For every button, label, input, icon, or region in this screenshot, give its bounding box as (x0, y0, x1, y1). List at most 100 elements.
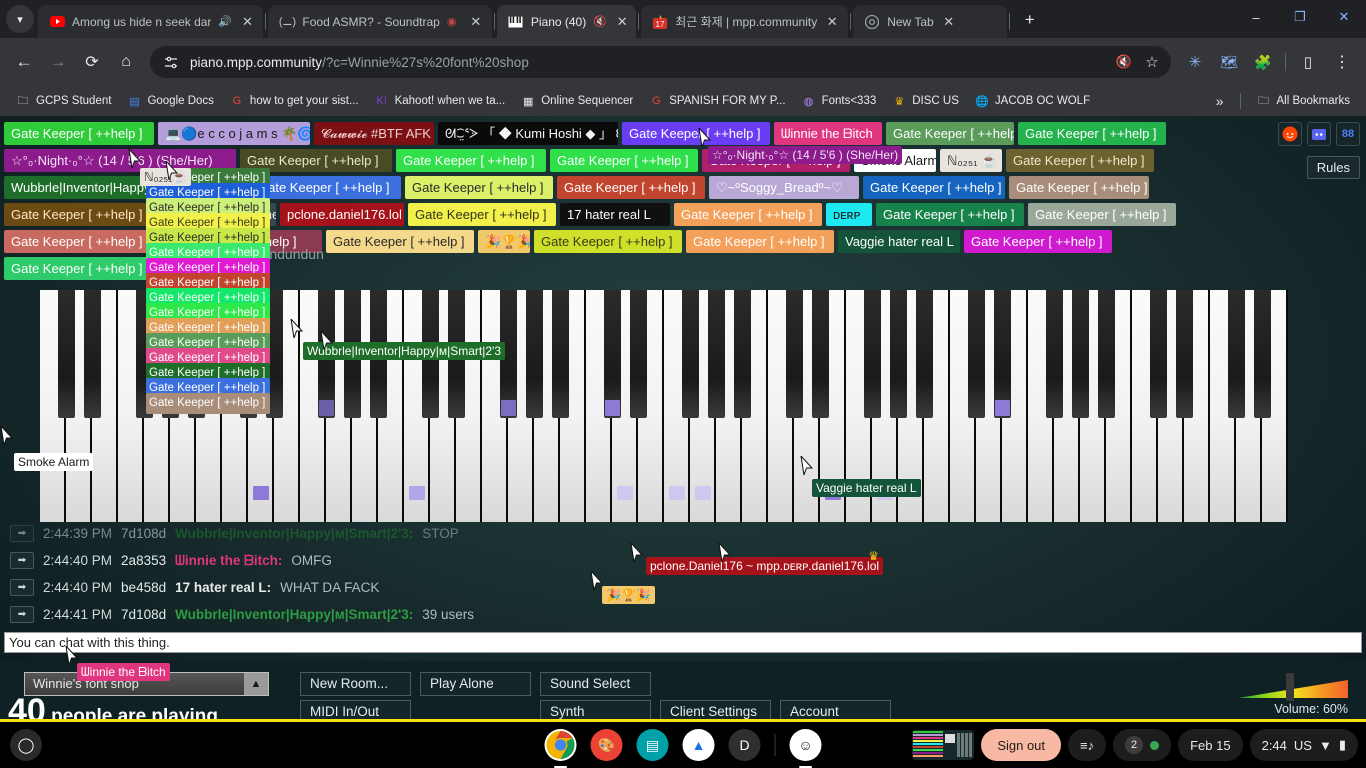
piano-black-key[interactable] (552, 290, 569, 418)
piano-black-key[interactable] (812, 290, 829, 418)
back-button[interactable]: ← (8, 46, 40, 78)
piano-black-key[interactable] (526, 290, 543, 418)
piano-black-key[interactable] (708, 290, 725, 418)
nametag[interactable]: 𝓒𝓪𝔀𝔀𝓲𝓮 #BTF AFK (314, 122, 434, 145)
tab-recording-icon[interactable]: ◉ (447, 15, 461, 28)
piano-black-key[interactable] (682, 290, 699, 418)
chat-reply-icon[interactable]: ➡ (10, 579, 34, 596)
rules-button[interactable]: Rules (1306, 156, 1360, 179)
nametag[interactable]: Gate Keeper [ ++help ] (4, 230, 154, 253)
piano-black-key[interactable] (604, 290, 621, 418)
piano-black-key[interactable] (968, 290, 985, 418)
piano-black-key[interactable] (1176, 290, 1193, 418)
reddit-icon[interactable] (1278, 122, 1302, 146)
browser-tab-1[interactable]: (⚊) Food ASMR? - Soundtrap ◉ ✕ (268, 5, 492, 38)
bookmark-jacob-oc-wolf[interactable]: 🌐 JACOB OC WOLF (969, 91, 1096, 111)
nametag[interactable]: Gate Keeper [ ++help ] (686, 230, 834, 253)
tab-close-icon[interactable]: ✕ (468, 14, 484, 30)
tab-close-icon[interactable]: ✕ (941, 14, 957, 30)
nametag[interactable]: 🎉🏆🎉 (478, 230, 530, 253)
all-bookmarks-button[interactable]: 🗀 All Bookmarks (1251, 91, 1357, 111)
bookmark-fonts[interactable]: ◍ Fonts<333 (796, 91, 883, 111)
forward-button[interactable]: → (42, 46, 74, 78)
nametag[interactable]: Gate Keeper [ ++help ] (4, 257, 154, 280)
nametag[interactable]: 17 hater real L (560, 203, 670, 226)
nametag[interactable]: Gate Keeper [ ++help ] (557, 176, 705, 199)
float-daniel176[interactable]: pclone.Daniel176 ~ mpp.ᴅᴇʀᴘ.daniel176.lo… (646, 549, 884, 575)
chat-reply-icon[interactable]: ➡ (10, 552, 34, 569)
reload-button[interactable]: ⟳ (76, 46, 108, 78)
bookmark-gcps-student[interactable]: 🗀 GCPS Student (10, 91, 117, 111)
status-tray[interactable]: 2:44 US ▼ ▮ (1249, 729, 1358, 761)
tab-mute-icon[interactable]: 🔊 (218, 15, 232, 28)
nametag[interactable]: pclone.daniel176.lol (280, 203, 404, 226)
tab-close-icon[interactable]: ✕ (614, 14, 630, 30)
piano-black-key[interactable] (84, 290, 101, 418)
nametag[interactable]: Gate Keeper [ ++help ] (1009, 176, 1149, 199)
bookmark-star-icon[interactable]: ☆ (1139, 49, 1165, 75)
paint-icon[interactable]: 🎨 (590, 729, 623, 761)
bookmark-kahoot[interactable]: K! Kahoot! when we ta... (369, 91, 512, 111)
room-select-arrow-icon[interactable]: ▲ (244, 673, 268, 695)
address-bar[interactable]: piano.mpp.community/?c=Winnie%27s%20font… (150, 46, 1171, 78)
mpp-button-new-room[interactable]: New Room... (300, 672, 411, 696)
tab-close-icon[interactable]: ✕ (239, 14, 255, 30)
discord-icon[interactable] (1307, 122, 1331, 146)
menu-kebab-icon[interactable]: ⋮ (1326, 46, 1358, 78)
volume-slider-thumb[interactable] (1286, 673, 1294, 701)
chat-app-icon[interactable]: ☺ (789, 729, 822, 768)
float-winnie-night[interactable]: ☆°₀·Night·₀°☆ (14 / 5'6 ) (She/Her) (708, 146, 903, 164)
nametag[interactable]: ♡~ºSoggy_Breadº~♡ (709, 176, 859, 199)
chrome-icon[interactable] (544, 729, 577, 768)
float-vaggie-hater[interactable]: Vaggie hater real L (812, 479, 921, 497)
extensions-puzzle-icon[interactable]: 🧩 (1247, 46, 1279, 78)
piano-black-key[interactable] (1150, 290, 1167, 418)
bookmark-spanish[interactable]: G SPANISH FOR MY P... (643, 91, 791, 111)
piano-black-key[interactable] (1098, 290, 1115, 418)
bookmark-google-docs[interactable]: ▤ Google Docs (121, 91, 219, 111)
nametag[interactable]: Gate Keeper [ ++help ] (674, 203, 822, 226)
piano-black-key[interactable] (1254, 290, 1271, 418)
piano-black-key[interactable] (994, 290, 1011, 418)
piano-black-key[interactable] (1046, 290, 1063, 418)
close-window-button[interactable]: ✕ (1322, 2, 1366, 32)
tune-icon[interactable] (160, 51, 182, 73)
piano-black-key[interactable] (58, 290, 75, 418)
browser-tab-4[interactable]: New Tab ✕ (853, 5, 1007, 38)
bb-icon[interactable]: 88 (1336, 122, 1360, 146)
piano-black-key[interactable] (1072, 290, 1089, 418)
nametag[interactable]: Gate Keeper [ ++help ] (396, 149, 546, 172)
piano-black-key[interactable] (1228, 290, 1245, 418)
nametag[interactable]: ᗯinnie the ᗷitch (774, 122, 882, 145)
nametag[interactable]: 💻🔵e c c o j a m s 🌴🌀 (158, 122, 310, 145)
tab-mute-icon[interactable]: 🔇 (593, 15, 607, 28)
reading-mode-icon[interactable]: 🗺 (1213, 46, 1245, 78)
bookmark-online-sequencer[interactable]: ▦ Online Sequencer (515, 91, 639, 111)
nametag[interactable]: Gate Keeper [ ++help ] (1006, 149, 1154, 172)
nametag[interactable]: Gate Keeper [ ++help ] (534, 230, 682, 253)
nametag[interactable]: Gate Keeper [ ++help ] (964, 230, 1112, 253)
home-button[interactable]: ⌂ (110, 46, 142, 78)
piano-black-key[interactable] (864, 290, 881, 418)
chat-reply-icon[interactable]: ➡ (10, 606, 34, 623)
mute-site-icon[interactable]: 🔇 (1111, 49, 1137, 75)
piano-black-key[interactable] (786, 290, 803, 418)
piano-window-preview[interactable] (912, 730, 975, 760)
sign-out-button[interactable]: Sign out (981, 729, 1062, 761)
nametag[interactable]: Gate Keeper [ ++help ] (622, 122, 770, 145)
mpp-button-sound-select[interactable]: Sound Select (540, 672, 651, 696)
nametag[interactable]: Gate Keeper [ ++help ] (886, 122, 1014, 145)
float-winnie-bitch[interactable]: ᗯinnie the ᗷitch (77, 663, 170, 681)
piano-black-key[interactable] (734, 290, 751, 418)
date-tray[interactable]: Feb 15 (1178, 729, 1243, 761)
nametag[interactable]: ℕ₀₂₅₁ ☕ (940, 149, 1002, 172)
nametag[interactable]: Gate Keeper [ ++help ] (1018, 122, 1166, 145)
bookmarks-overflow-button[interactable]: » (1210, 90, 1230, 112)
piano-black-key[interactable] (916, 290, 933, 418)
nametag[interactable]: ᘛ⁐̤ᕐᐷ 「 ◆ Kumi Hoshi ◆ 」 ᘿ (438, 122, 618, 145)
extension-sparkle-icon[interactable]: ✳ (1179, 46, 1211, 78)
nametag[interactable]: Gate Keeper [ ++help ] (1028, 203, 1176, 226)
browser-tab-0[interactable]: Among us hide n seek dar 🔊 ✕ (38, 5, 264, 38)
nametag[interactable]: Gate Keeper [ ++help ] (550, 149, 698, 172)
tab-close-icon[interactable]: ✕ (824, 14, 840, 30)
